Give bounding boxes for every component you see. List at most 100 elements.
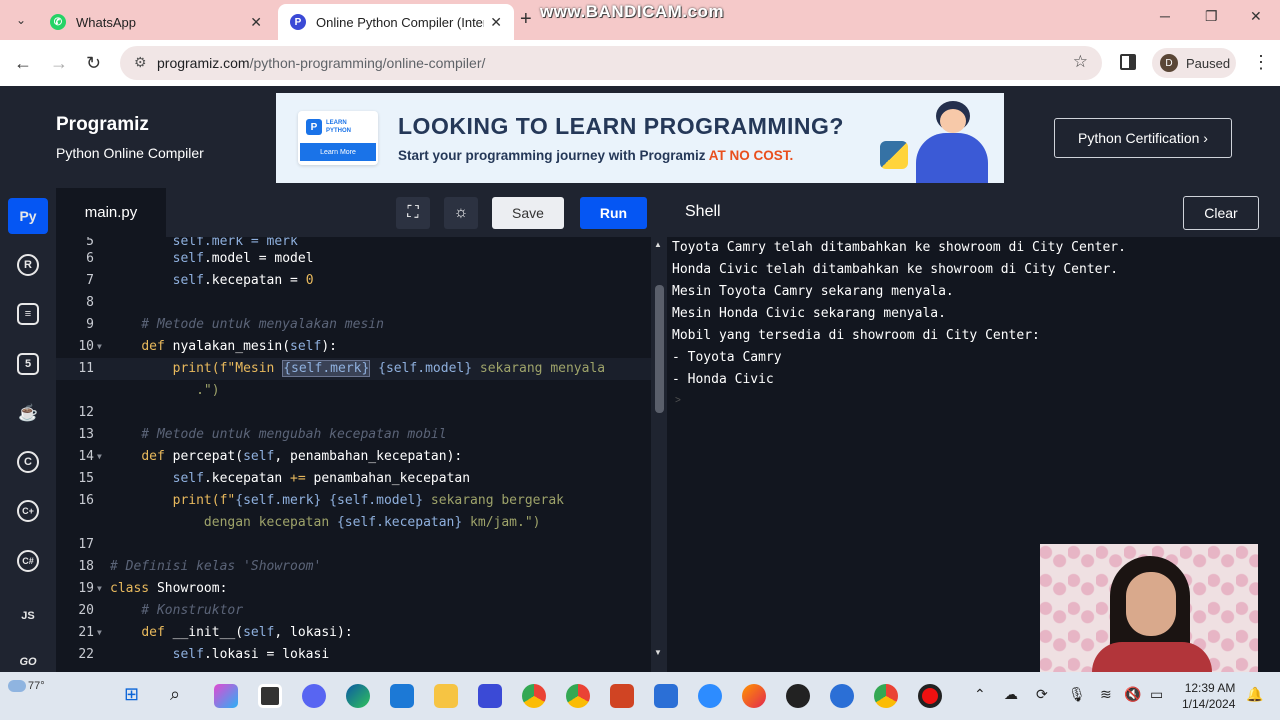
editor-toolbar: main.py ⛶ ☼ Save Run (56, 188, 667, 237)
code-editor[interactable]: 5 self.merk = merk 6 self.model = model … (56, 237, 651, 672)
webcam-person-shirt (1092, 642, 1212, 672)
file-explorer-icon[interactable] (434, 684, 458, 708)
code-line-active: 11 print(f"Mesin {self.merk} {self.model… (56, 358, 651, 380)
fold-arrow-icon[interactable]: ▼ (97, 622, 102, 644)
forward-icon[interactable]: → (50, 53, 68, 74)
volume-muted-icon[interactable]: 🔇 (1124, 686, 1141, 703)
weather-widget[interactable]: 77° (8, 680, 45, 693)
url-text: programiz.com/python-programming/online-… (157, 55, 486, 71)
copilot-icon[interactable] (214, 684, 238, 708)
notepad-icon[interactable] (654, 684, 678, 708)
scroll-down-icon[interactable]: ▼ (654, 648, 662, 657)
chrome-profile-icon[interactable] (566, 684, 590, 708)
minimize-icon[interactable]: ─ (1160, 8, 1170, 24)
fold-arrow-icon[interactable]: ▼ (97, 336, 102, 358)
tray-overflow-icon[interactable]: ⌃ (974, 686, 986, 703)
ad-banner[interactable]: P LEARN PYTHON Learn More LOOKING TO LEA… (276, 93, 1004, 183)
rail-python-icon[interactable]: Py (8, 198, 48, 234)
clear-button[interactable]: Clear (1183, 196, 1259, 230)
tab-whatsapp[interactable]: ✆ WhatsApp ✕ (38, 4, 274, 40)
rail-html-icon[interactable]: 5 (8, 346, 48, 382)
app-icon[interactable] (478, 684, 502, 708)
code-line: 20 # Konstruktor (78, 603, 244, 618)
side-panel-icon[interactable] (1120, 54, 1136, 70)
webcam-person-face (1126, 572, 1176, 636)
python-certification-button[interactable]: Python Certification › (1054, 118, 1232, 158)
onedrive-icon[interactable]: ☁ (1004, 686, 1018, 703)
start-icon[interactable]: ⊞ (124, 684, 139, 705)
tab-search-icon[interactable]: ⌄ (8, 8, 34, 32)
illustration-face (940, 109, 966, 133)
code-line: 13 # Metode untuk mengubah kecepatan mob… (78, 427, 447, 442)
tab-label: WhatsApp (76, 14, 136, 30)
task-view-icon[interactable] (258, 684, 282, 708)
programiz-icon: P (290, 14, 306, 30)
fold-arrow-icon[interactable]: ▼ (97, 446, 102, 468)
wifi-icon[interactable]: ≋ (1100, 686, 1112, 703)
shell-output-line: Mesin Honda Civic sekarang menyala. (672, 306, 946, 321)
close-window-icon[interactable]: ✕ (1250, 8, 1262, 25)
fullscreen-icon[interactable]: ⛶ (396, 197, 430, 229)
shell-output-line: - Honda Civic (672, 372, 774, 387)
profile-button[interactable]: D Paused (1152, 48, 1236, 78)
code-line: 16 print(f"{self.merk} {self.model} seka… (78, 493, 564, 508)
weather-icon (8, 680, 26, 693)
store-icon[interactable] (390, 684, 414, 708)
rail-c-icon[interactable]: C (8, 444, 48, 480)
microphone-icon[interactable]: 🎙 (1068, 686, 1086, 703)
system-clock[interactable]: 12:39 AM 1/14/2024 (1182, 680, 1235, 712)
fold-arrow-icon[interactable]: ▼ (97, 578, 102, 600)
scroll-up-icon[interactable]: ▲ (654, 240, 662, 249)
code-line: .") (196, 383, 220, 398)
programiz-badge-icon: P (306, 119, 322, 135)
chrome-active-icon[interactable] (874, 684, 898, 708)
bookmark-star-icon[interactable]: ☆ (1073, 52, 1088, 72)
scroll-thumb[interactable] (655, 285, 664, 413)
powerpoint-icon[interactable] (610, 684, 634, 708)
rail-cpp-icon[interactable]: C+ (8, 493, 48, 529)
notification-bell-icon[interactable]: 🔔 (1246, 686, 1263, 703)
media-player-icon[interactable] (786, 684, 810, 708)
rail-java-icon[interactable]: ☕ (8, 395, 48, 431)
address-bar[interactable]: ⚙ programiz.com/python-programming/onlin… (120, 46, 1102, 80)
zoom-icon[interactable] (698, 684, 722, 708)
editor-scrollbar[interactable]: ▲ ▼ (651, 237, 667, 672)
search-icon[interactable]: ⌕ (170, 684, 180, 705)
programiz-logo[interactable]: Programiz (56, 114, 149, 136)
shell-toolbar: Shell Clear (667, 188, 1280, 237)
rail-csharp-icon[interactable]: C# (8, 543, 48, 579)
rail-js-icon[interactable]: JS (8, 598, 48, 634)
badge-title: LEARN PYTHON (326, 120, 352, 134)
close-tab-icon[interactable]: ✕ (250, 14, 262, 31)
learn-more-button: Learn More (300, 143, 376, 161)
site-info-icon[interactable]: ⚙ (134, 54, 147, 71)
firefox-icon[interactable] (742, 684, 766, 708)
shell-output-line: Toyota Camry telah ditambahkan ke showro… (672, 240, 1126, 255)
more-menu-icon[interactable]: ⋮ (1252, 52, 1270, 73)
avatar: D (1160, 54, 1178, 72)
edge-icon[interactable] (346, 684, 370, 708)
sync-icon[interactable]: ⟳ (1036, 686, 1048, 703)
browser-tab-bar: ⌄ ✆ WhatsApp ✕ P Online Python Compiler … (0, 0, 1280, 40)
battery-icon[interactable]: ▭ (1150, 686, 1163, 703)
bandicam-record-icon[interactable] (918, 684, 942, 708)
save-button[interactable]: Save (492, 197, 564, 229)
back-icon[interactable]: ← (14, 53, 32, 74)
file-tab-main-py[interactable]: main.py (56, 188, 166, 237)
tab-label: Online Python Compiler (Interp (316, 14, 485, 30)
close-tab-icon[interactable]: ✕ (490, 14, 502, 31)
restore-icon[interactable]: ❐ (1205, 8, 1218, 25)
tab-online-python-compiler[interactable]: P Online Python Compiler (Interp ✕ (278, 4, 514, 40)
theme-toggle-icon[interactable]: ☼ (444, 197, 478, 229)
app-b-icon[interactable] (830, 684, 854, 708)
rail-sql-icon[interactable]: ≡ (8, 296, 48, 332)
chrome-profile-icon[interactable] (522, 684, 546, 708)
code-line: 17 (78, 537, 94, 552)
run-button[interactable]: Run (580, 197, 647, 229)
rail-r-icon[interactable]: R (8, 247, 48, 283)
new-tab-button[interactable]: + (520, 8, 532, 31)
shell-title: Shell (685, 203, 721, 220)
reload-icon[interactable]: ↻ (86, 53, 101, 74)
browser-toolbar: ← → ↻ ⚙ programiz.com/python-programming… (0, 40, 1280, 86)
teams-chat-icon[interactable] (302, 684, 326, 708)
